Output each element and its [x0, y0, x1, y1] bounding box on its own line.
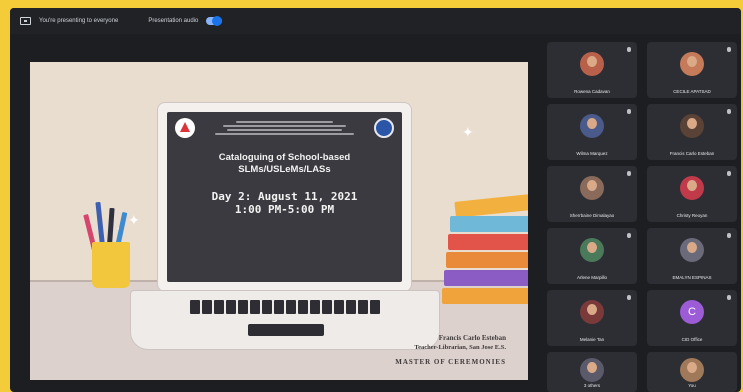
- participant-name: Arlene Marpillo: [576, 275, 607, 280]
- participant-tile[interactable]: Wilma Marquez: [547, 104, 637, 160]
- participant-avatar: [580, 176, 604, 200]
- presentation-audio-toggle[interactable]: [206, 16, 223, 26]
- participant-tile[interactable]: Sherrbaine Dimalayao: [547, 166, 637, 222]
- present-screen-icon: [20, 17, 31, 25]
- sparkle-icon: ✦: [462, 124, 474, 140]
- participant-name: EMALYN ESPINAS: [672, 275, 712, 280]
- participant-name: 3 others: [583, 383, 601, 388]
- sparkle-icon: ✦: [128, 212, 140, 228]
- participant-avatar: [680, 358, 704, 382]
- slide-title: Cataloguing of School-based SLMs/USLeMs/…: [218, 152, 351, 175]
- laptop-touchpad: [248, 324, 324, 336]
- mic-icon: [627, 295, 631, 300]
- participant-tile[interactable]: Arlene Marpillo: [547, 228, 637, 284]
- mic-icon: [627, 109, 631, 114]
- participant-tile[interactable]: 3 others: [547, 352, 637, 392]
- presenter-label: MASTER OF CEREMONIES: [395, 358, 506, 366]
- laptop-base: [130, 290, 440, 350]
- participant-tile[interactable]: Melanie Tan: [547, 290, 637, 346]
- presenter-name: Francis Carlo Esteban: [438, 334, 506, 342]
- mic-icon: [727, 233, 731, 238]
- laptop-screen: Cataloguing of School-based SLMs/USLeMs/…: [167, 112, 402, 282]
- participant-name: Christy Reoyan: [676, 213, 708, 218]
- participant-avatar: [680, 176, 704, 200]
- participant-grid: Rowena Cadavan CECILE APATSAD Wilma Marq…: [547, 42, 741, 392]
- participant-tile[interactable]: Francis Carlo Esteban: [647, 104, 737, 160]
- participant-name: Sherrbaine Dimalayao: [569, 213, 615, 218]
- participant-tile[interactable]: You: [647, 352, 737, 392]
- participant-initial-avatar: C: [680, 300, 704, 324]
- participant-name: CID Office: [681, 337, 703, 342]
- participant-name: Francis Carlo Esteban: [669, 151, 715, 156]
- mic-icon: [627, 47, 631, 52]
- participant-tile[interactable]: C CID Office: [647, 290, 737, 346]
- participant-avatar: [580, 300, 604, 324]
- division-seal-icon: [374, 118, 394, 138]
- participant-name: Melanie Tan: [579, 337, 605, 342]
- mic-icon: [727, 47, 731, 52]
- slide-date: Day 2: August 11, 2021 1:00 PM-5:00 PM: [211, 190, 358, 216]
- laptop-keyboard: [190, 300, 380, 314]
- mic-icon: [627, 171, 631, 176]
- participant-avatar: [580, 114, 604, 138]
- presenting-status: You're presenting to everyone: [39, 18, 119, 24]
- participant-name: Rowena Cadavan: [574, 89, 610, 94]
- mic-icon: [727, 171, 731, 176]
- participant-name: Wilma Marquez: [576, 151, 608, 156]
- participant-avatar: [680, 52, 704, 76]
- mic-icon: [627, 233, 631, 238]
- participant-tile[interactable]: Rowena Cadavan: [547, 42, 637, 98]
- participant-name: CECILE APATSAD: [673, 89, 711, 94]
- book-illustration: [450, 216, 528, 232]
- presenter-role: Teacher-Librarian, San Jose E.S.: [414, 344, 506, 351]
- participant-avatar: [680, 238, 704, 262]
- participant-name: You: [688, 383, 696, 388]
- deped-logo-icon: [175, 118, 195, 138]
- participant-tile[interactable]: Christy Reoyan: [647, 166, 737, 222]
- pencil-cup-illustration: [92, 242, 130, 288]
- book-illustration: [444, 270, 528, 286]
- presenting-bar: You're presenting to everyone Presentati…: [10, 8, 741, 34]
- participant-avatar: [580, 52, 604, 76]
- participant-tile[interactable]: CECILE APATSAD: [647, 42, 737, 98]
- mic-icon: [727, 295, 731, 300]
- presentation-audio-label: Presentation audio: [148, 18, 199, 24]
- mic-icon: [727, 109, 731, 114]
- meet-window: You're presenting to everyone Presentati…: [10, 8, 741, 392]
- participant-avatar: [580, 238, 604, 262]
- book-illustration: [448, 234, 528, 250]
- book-illustration: [446, 252, 528, 268]
- participant-avatar: [580, 358, 604, 382]
- participant-avatar: [680, 114, 704, 138]
- book-illustration: [442, 288, 528, 304]
- participant-tile[interactable]: EMALYN ESPINAS: [647, 228, 737, 284]
- presentation-slide: ✦ ✦ ✦ Cataloguing of School-based SLMs/U: [30, 62, 528, 380]
